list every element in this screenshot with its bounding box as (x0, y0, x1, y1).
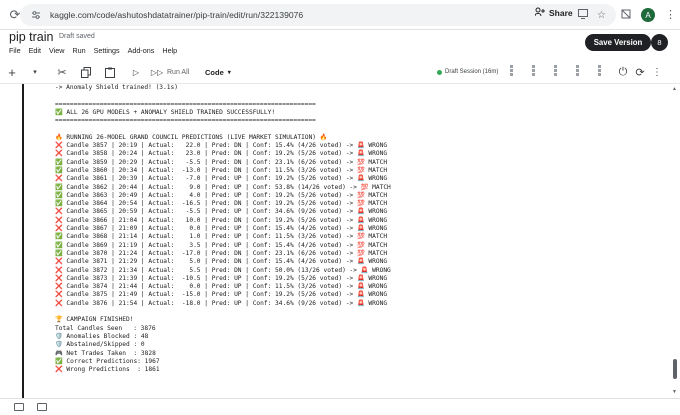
output-line: ✅ Candle 3868 | 21:14 | Actual: 1.0 | Pr… (55, 233, 388, 241)
run-all-icon[interactable]: ▷▷ (150, 64, 164, 80)
terminal-icon[interactable] (37, 403, 47, 411)
bottom-status-bar (0, 398, 680, 415)
disk-meter-icon[interactable] (576, 65, 579, 76)
scrollbar-thumb[interactable] (673, 359, 677, 379)
save-version-button[interactable]: Save Version (585, 34, 651, 51)
vertical-scrollbar[interactable]: ▲ ▼ (672, 84, 678, 398)
install-app-icon[interactable] (578, 8, 589, 22)
cell-type-select[interactable]: Code ▾ (205, 64, 231, 80)
extensions-icon[interactable] (621, 6, 631, 24)
output-line: ❌ Candle 3872 | 21:34 | Actual: 5.5 | Pr… (55, 266, 391, 274)
output-line: ❌ Candle 3866 | 21:04 | Actual: 10.0 | P… (55, 216, 388, 224)
output-line: ❌ Candle 3871 | 21:29 | Actual: 5.0 | Pr… (55, 258, 388, 266)
version-count-button[interactable]: 8 (651, 34, 668, 51)
run-all-label[interactable]: Run All (167, 64, 189, 80)
output-line: -> Anomaly Shield trained! (3.1s) (55, 84, 178, 91)
scroll-up-icon[interactable]: ▲ (672, 86, 677, 92)
output-line: ❌ Candle 3858 | 20:24 | Actual: 23.0 | P… (55, 150, 388, 158)
scroll-down-icon[interactable]: ▼ (672, 389, 677, 395)
browser-toolbar: ⟳ kaggle.com/code/ashutoshdatatrainer/pi… (0, 0, 680, 30)
output-line: ✅ ALL 26 GPU MODELS + ANOMALY SHIELD TRA… (55, 108, 276, 116)
notebook-title[interactable]: pip train (9, 30, 53, 44)
output-line: ❌ Candle 3873 | 21:39 | Actual: -10.5 | … (55, 274, 388, 282)
run-cell-icon[interactable]: ▷ (131, 64, 141, 80)
restart-icon[interactable]: ⟳ (634, 64, 646, 80)
output-line: ✅ Candle 3862 | 20:44 | Actual: 9.0 | Pr… (55, 183, 391, 191)
menu-addons[interactable]: Add-ons (124, 45, 159, 57)
menu-settings[interactable]: Settings (90, 45, 124, 57)
profile-avatar[interactable]: A (641, 8, 655, 22)
output-line: ========================================… (55, 117, 316, 125)
gpu-meter-icon[interactable] (554, 65, 557, 76)
output-line: 🔥 RUNNING 26-MODEL GRAND COUNCIL PREDICT… (55, 133, 328, 141)
notebook-header: pip train Draft saved (0, 30, 680, 45)
output-line: 🏆 CAMPAIGN FINISHED! (55, 316, 134, 324)
cut-icon[interactable]: ✂ (55, 64, 69, 80)
ram-meter-icon[interactable] (532, 65, 535, 76)
copy-icon[interactable] (79, 64, 93, 80)
more-options-icon[interactable]: ⋮ (651, 64, 663, 80)
menu-view[interactable]: View (45, 45, 68, 57)
output-line: ✅ Candle 3869 | 21:19 | Actual: 3.5 | Pr… (55, 241, 388, 249)
share-icon (534, 7, 545, 18)
cell-selection-rail[interactable] (22, 84, 24, 398)
output-line: ❌ Candle 3865 | 20:59 | Actual: -5.5 | P… (55, 208, 388, 216)
output-line: ❌ Candle 3876 | 21:54 | Actual: -18.0 | … (55, 299, 388, 307)
output-line: 🛡️ Abstained/Skipped : 0 (55, 341, 145, 349)
save-version-label: Save Version (593, 38, 643, 47)
menu-help[interactable]: Help (158, 45, 181, 57)
share-label: Share (549, 7, 573, 18)
output-line: ✅ Candle 3863 | 20:49 | Actual: 4.0 | Pr… (55, 191, 388, 199)
session-active-indicator (437, 69, 442, 75)
menu-bar: File Edit View Run Settings Add-ons Help (0, 45, 181, 57)
notebook-toolbar: + ▾ ✂ ▷ ▷▷ Run All Code ▾ Draft Session … (0, 60, 680, 84)
output-line: 🛡️ Anomalies Blocked : 48 (55, 332, 149, 340)
output-line: ✅ Correct Predictions: 1967 (55, 357, 160, 365)
address-bar[interactable]: kaggle.com/code/ashutoshdatatrainer/pip-… (20, 4, 616, 26)
output-line: ❌ Wrong Predictions : 1861 (55, 366, 160, 374)
bookmark-star-icon[interactable]: ☆ (597, 10, 606, 21)
console-icon[interactable] (14, 403, 24, 411)
cell-output-text: -> Anomaly Shield trained! (3.1s) =======… (55, 84, 655, 374)
cell-output-area: -> Anomaly Shield trained! (3.1s) =======… (0, 84, 680, 398)
session-status[interactable]: Draft Session (16m) (437, 69, 498, 75)
cell-type-chevron-icon: ▾ (227, 69, 231, 76)
add-cell-icon[interactable]: + (6, 64, 18, 80)
paste-icon[interactable] (103, 64, 117, 80)
menu-run[interactable]: Run (68, 45, 89, 57)
url-text[interactable]: kaggle.com/code/ashutoshdatatrainer/pip-… (50, 10, 303, 20)
cpu-meter-icon[interactable] (510, 65, 513, 76)
session-label: Draft Session (16m) (445, 69, 499, 75)
gpu-mem-meter-icon[interactable] (598, 65, 601, 76)
output-line: Total Candles Seen : 3876 (55, 324, 156, 332)
output-line: ❌ Candle 3861 | 20:39 | Actual: -7.0 | P… (55, 175, 388, 183)
output-line: ✅ Candle 3859 | 20:29 | Actual: -5.5 | P… (55, 158, 388, 166)
menu-file[interactable]: File (0, 45, 25, 57)
site-info-icon[interactable] (30, 9, 42, 21)
menu-edit[interactable]: Edit (25, 45, 45, 57)
save-status: Draft saved (59, 33, 95, 40)
power-icon[interactable]: ⏻ (617, 64, 629, 80)
output-line: 🎮 Net Trades Taken : 3828 (55, 349, 156, 357)
cell-type-label: Code (205, 67, 224, 77)
output-line: ❌ Candle 3875 | 21:49 | Actual: -15.0 | … (55, 291, 388, 299)
output-line: ✅ Candle 3870 | 21:24 | Actual: -17.0 | … (55, 249, 388, 257)
output-line: ========================================… (55, 100, 316, 108)
share-button[interactable]: Share (534, 7, 573, 18)
add-cell-dropdown-icon[interactable]: ▾ (30, 64, 40, 80)
browser-menu-icon[interactable]: ⋮ (665, 10, 676, 21)
